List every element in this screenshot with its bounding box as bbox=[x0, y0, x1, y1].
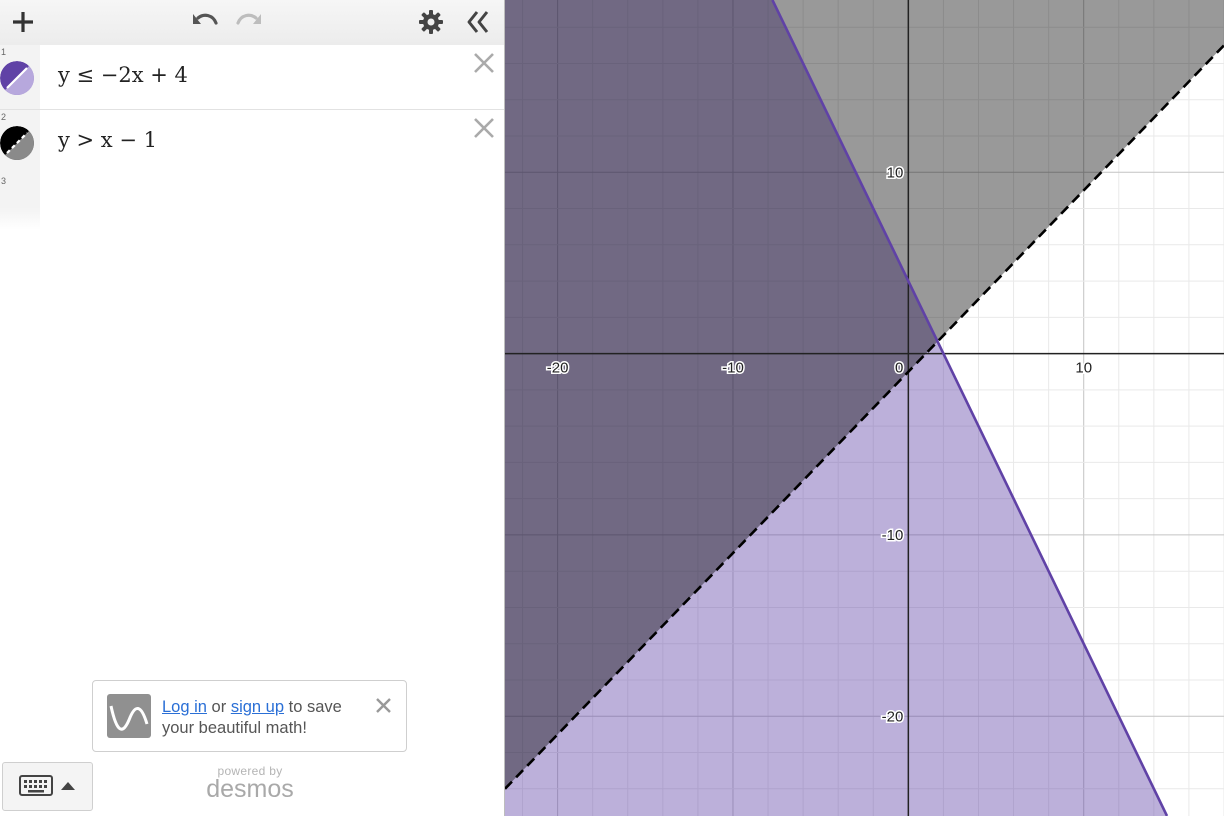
keyboard-icon bbox=[19, 775, 53, 796]
plus-icon[interactable] bbox=[6, 5, 40, 39]
close-icon[interactable] bbox=[472, 51, 496, 75]
caret-up-icon bbox=[61, 782, 75, 790]
x-tick-label: 10 bbox=[1075, 360, 1092, 377]
x-tick-label: 0 bbox=[895, 360, 903, 377]
expression-row-2[interactable]: 2 y > x − 1 bbox=[0, 110, 504, 175]
expression-latex[interactable]: y ≤ −2x + 4 bbox=[58, 63, 188, 87]
save-prompt-text: Log in or sign up to save your beautiful … bbox=[162, 697, 372, 739]
graph-canvas[interactable]: -20-100102010-10-20 bbox=[505, 0, 1224, 816]
expression-number: 2 bbox=[1, 112, 7, 122]
expression-number: 1 bbox=[1, 47, 7, 57]
expression-panel: 1 y ≤ −2x + 4 2 y > x − 1 3 Log in or si… bbox=[0, 0, 505, 816]
save-prompt-rest-2: your beautiful math! bbox=[162, 719, 307, 737]
y-tick-label: 10 bbox=[887, 164, 904, 181]
login-link[interactable]: Log in bbox=[162, 698, 207, 716]
powered-by-desmos: powered by desmos bbox=[190, 764, 310, 804]
inequality-fills bbox=[505, 0, 1224, 816]
graph-style-swatch-icon[interactable] bbox=[0, 61, 34, 95]
close-icon[interactable] bbox=[472, 116, 496, 140]
desmos-wordmark: desmos bbox=[206, 775, 294, 803]
save-prompt: Log in or sign up to save your beautiful … bbox=[92, 680, 407, 752]
expression-number: 3 bbox=[1, 176, 7, 186]
save-prompt-rest: to save bbox=[284, 698, 342, 716]
graph-style-swatch-icon[interactable] bbox=[0, 126, 34, 160]
x-tick-label: -10 bbox=[722, 360, 744, 377]
expression-toolbar bbox=[0, 0, 504, 46]
expression-latex[interactable]: y > x − 1 bbox=[58, 128, 157, 152]
desmos-logo-icon bbox=[107, 694, 151, 738]
save-prompt-or: or bbox=[206, 698, 231, 716]
redo-icon[interactable] bbox=[232, 5, 266, 39]
expression-row-1[interactable]: 1 y ≤ −2x + 4 bbox=[0, 45, 504, 110]
close-icon[interactable] bbox=[375, 697, 392, 714]
gear-icon[interactable] bbox=[414, 5, 448, 39]
signup-link[interactable]: sign up bbox=[231, 698, 284, 716]
undo-icon[interactable] bbox=[188, 5, 222, 39]
y-tick-label: -10 bbox=[882, 527, 904, 544]
expression-row-3[interactable]: 3 bbox=[0, 174, 504, 230]
double-chevron-left-icon[interactable] bbox=[460, 5, 494, 39]
y-tick-label: -20 bbox=[882, 708, 904, 725]
keypad-toggle-button[interactable] bbox=[2, 762, 93, 811]
x-tick-label: -20 bbox=[547, 360, 569, 377]
